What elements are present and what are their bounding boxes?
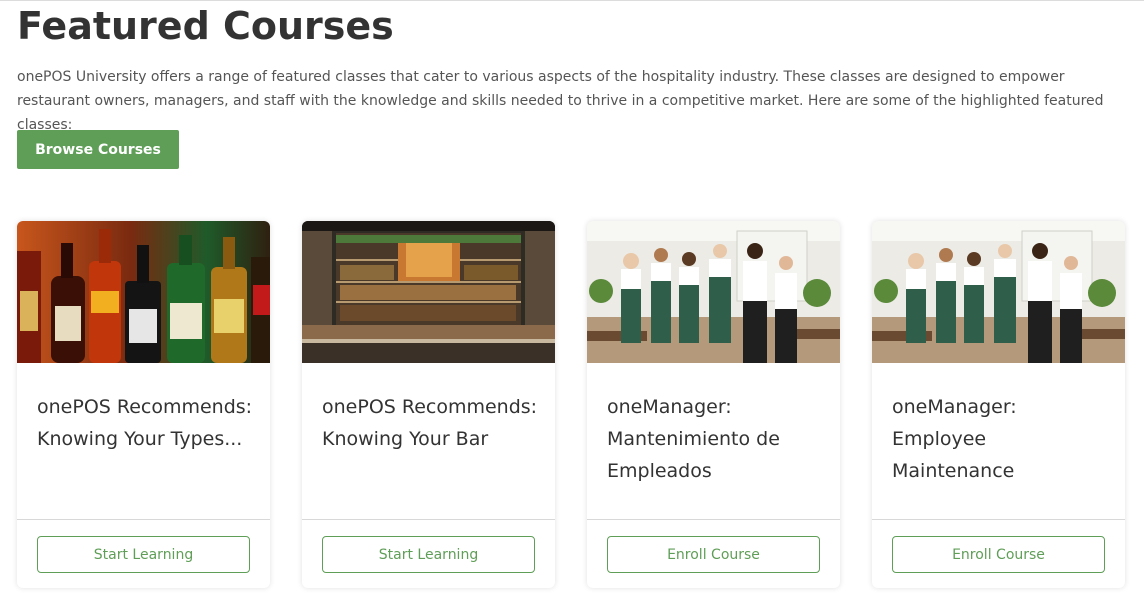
course-image-liquor-bottles[interactable] xyxy=(17,221,270,363)
course-title: onePOS Recommends: Knowing Your Bar xyxy=(322,396,538,450)
course-image-restaurant-staff[interactable] xyxy=(872,221,1125,363)
card-divider xyxy=(17,519,270,520)
course-card[interactable]: onePOS Recommends: Knowing Your Bar Star… xyxy=(302,221,555,588)
top-divider xyxy=(0,0,1144,1)
card-divider xyxy=(302,519,555,520)
course-image-restaurant-staff[interactable] xyxy=(587,221,840,363)
course-card[interactable]: onePOS Recommends: Knowing Your Types...… xyxy=(17,221,270,588)
course-title: oneManager: Mantenimiento de Empleados xyxy=(607,396,780,482)
course-title: onePOS Recommends: Knowing Your Types... xyxy=(37,396,253,450)
enroll-course-button[interactable]: Enroll Course xyxy=(892,536,1105,573)
card-divider xyxy=(587,519,840,520)
page-title: Featured Courses xyxy=(17,4,394,48)
course-card[interactable]: oneManager: Employee Maintenance Enroll … xyxy=(872,221,1125,588)
enroll-course-button[interactable]: Enroll Course xyxy=(607,536,820,573)
browse-courses-button[interactable]: Browse Courses xyxy=(17,130,179,169)
start-learning-button[interactable]: Start Learning xyxy=(322,536,535,573)
course-card[interactable]: oneManager: Mantenimiento de Empleados E… xyxy=(587,221,840,588)
course-image-bar-interior[interactable] xyxy=(302,221,555,363)
card-divider xyxy=(872,519,1125,520)
start-learning-button[interactable]: Start Learning xyxy=(37,536,250,573)
course-title: oneManager: Employee Maintenance xyxy=(892,396,1017,482)
intro-text: onePOS University offers a range of feat… xyxy=(17,69,1104,133)
